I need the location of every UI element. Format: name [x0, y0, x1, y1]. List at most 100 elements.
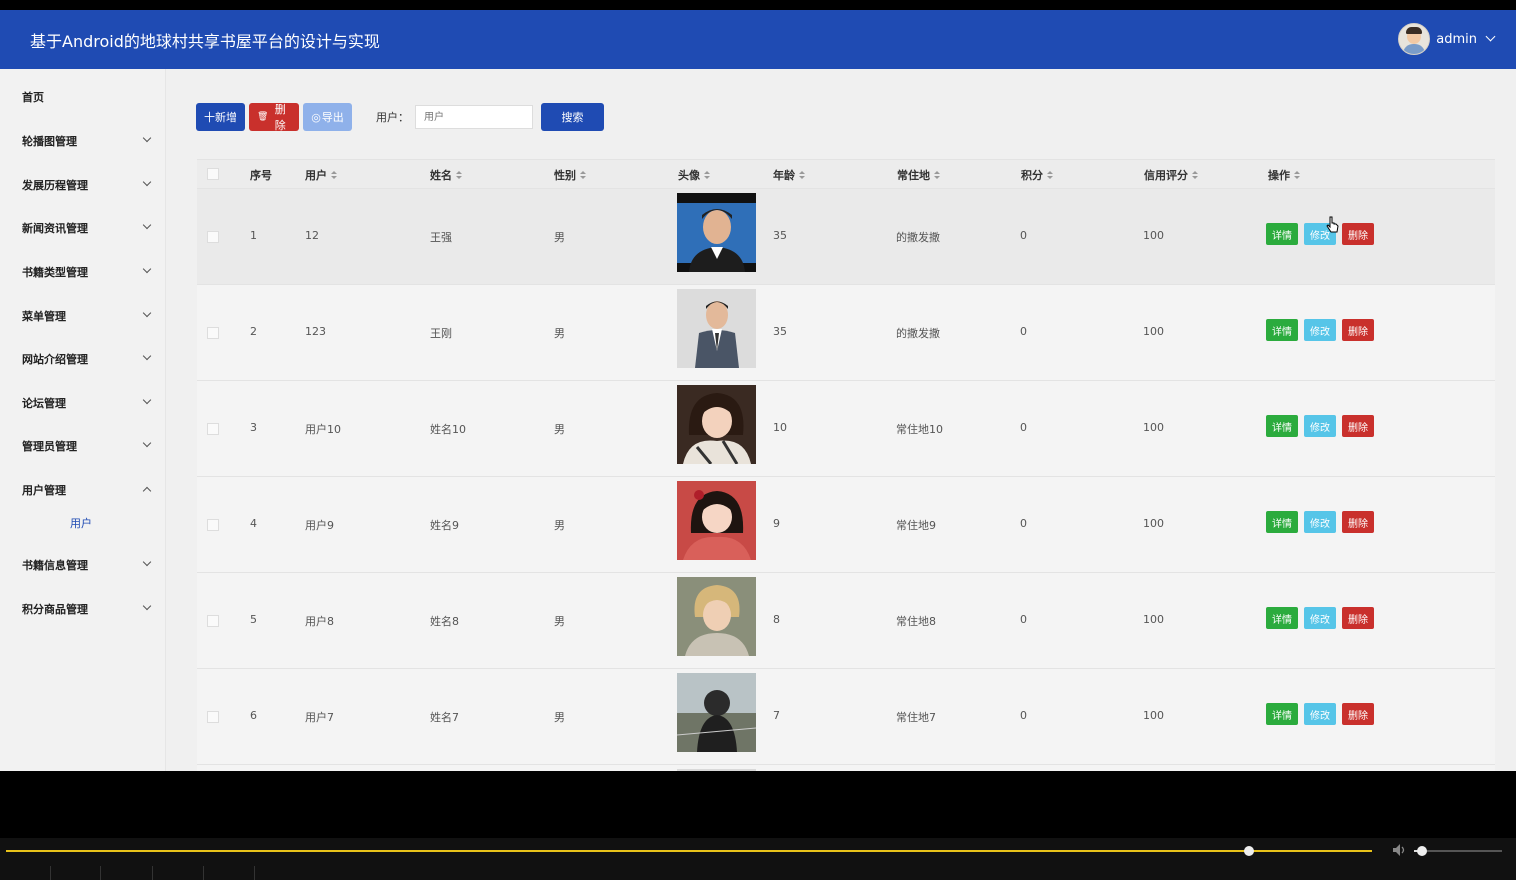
cell-user: 123: [305, 325, 326, 338]
detail-button[interactable]: 详情: [1266, 703, 1298, 725]
add-button[interactable]: 十新增: [196, 103, 245, 131]
col-avatar[interactable]: 头像: [678, 167, 710, 183]
sort-icon[interactable]: [934, 170, 940, 180]
col-label: 信用评分: [1144, 169, 1188, 182]
edit-button[interactable]: 修改: [1304, 607, 1336, 629]
detail-button[interactable]: 详情: [1266, 223, 1298, 245]
row-checkbox[interactable]: [207, 615, 219, 627]
user-menu[interactable]: admin: [1398, 23, 1496, 55]
sort-icon[interactable]: [1294, 170, 1300, 180]
sidebar-item-users[interactable]: 用户管理: [22, 482, 152, 498]
col-gender[interactable]: 性别: [554, 167, 586, 183]
delete-button[interactable]: 删除: [1342, 415, 1374, 437]
cell-credit: 100: [1143, 421, 1164, 434]
sort-icon[interactable]: [331, 170, 337, 180]
sidebar-item-book-types[interactable]: 书籍类型管理: [22, 264, 152, 280]
sort-icon[interactable]: [1192, 170, 1198, 180]
volume-knob[interactable]: [1416, 846, 1427, 856]
batch-delete-button[interactable]: 🗑 删除: [249, 103, 299, 132]
sidebar-item-label: 首页: [22, 91, 44, 104]
table-row[interactable]: 4 用户9 姓名9 男 9 常住地9 0 100 详情 修改 删除: [197, 477, 1495, 573]
sort-icon[interactable]: [799, 170, 805, 180]
volume-icon[interactable]: [1392, 843, 1408, 857]
sort-icon[interactable]: [704, 170, 710, 180]
sidebar-item-points-goods[interactable]: 积分商品管理: [22, 601, 152, 617]
sidebar-item-history[interactable]: 发展历程管理: [22, 177, 152, 193]
chevron-down-icon: [142, 438, 152, 448]
table-row[interactable]: 5 用户8 姓名8 男 8 常住地8 0 100 详情 修改 删除: [197, 573, 1495, 669]
seek-bar[interactable]: [6, 850, 1372, 852]
cell-address: 的撒发撒: [896, 327, 940, 340]
detail-button[interactable]: 详情: [1266, 415, 1298, 437]
chevron-down-icon: [142, 308, 152, 318]
sidebar-item-books[interactable]: 书籍信息管理: [22, 557, 152, 573]
chevron-down-icon: [142, 601, 152, 611]
sidebar-item-home[interactable]: 首页: [22, 89, 150, 105]
col-name[interactable]: 姓名: [430, 167, 462, 183]
delete-button[interactable]: 删除: [1342, 223, 1374, 245]
cell-name: 姓名9: [430, 519, 459, 532]
delete-button[interactable]: 删除: [1342, 607, 1374, 629]
toolbar: 十新增 🗑 删除 ◎导出 用户： 搜索: [196, 102, 608, 132]
col-address[interactable]: 常住地: [897, 167, 940, 183]
trash-icon: 🗑: [257, 112, 269, 122]
delete-button[interactable]: 删除: [1342, 511, 1374, 533]
edit-button[interactable]: 修改: [1304, 511, 1336, 533]
sort-icon[interactable]: [456, 170, 462, 180]
row-actions: 详情 修改 删除: [1266, 319, 1374, 341]
delete-button[interactable]: 删除: [1342, 703, 1374, 725]
col-user[interactable]: 用户: [305, 167, 337, 183]
table-row[interactable]: 2 123 王刚 男 35 的撒发撒 0 100 详情 修改 删除: [197, 285, 1495, 381]
col-credit[interactable]: 信用评分: [1144, 167, 1198, 183]
avatar-photo: [677, 193, 756, 272]
row-checkbox[interactable]: [207, 519, 219, 531]
cell-user: 12: [305, 229, 319, 242]
sidebar-item-site-intro[interactable]: 网站介绍管理: [22, 351, 152, 367]
delete-button[interactable]: 删除: [1342, 319, 1374, 341]
detail-button[interactable]: 详情: [1266, 607, 1298, 629]
row-checkbox[interactable]: [207, 711, 219, 723]
row-checkbox[interactable]: [207, 327, 219, 339]
edit-button[interactable]: 修改: [1304, 319, 1336, 341]
sort-icon[interactable]: [580, 170, 586, 180]
detail-button[interactable]: 详情: [1266, 511, 1298, 533]
col-age[interactable]: 年龄: [773, 167, 805, 183]
detail-button[interactable]: 详情: [1266, 319, 1298, 341]
sidebar-item-forum[interactable]: 论坛管理: [22, 395, 152, 411]
chevron-up-icon: [142, 486, 152, 496]
export-icon: ◎: [311, 110, 321, 124]
taskbar-strip: [0, 866, 1516, 880]
sidebar-item-admins[interactable]: 管理员管理: [22, 438, 152, 454]
col-label: 姓名: [430, 169, 452, 182]
sidebar-item-label: 新闻资讯管理: [22, 222, 88, 235]
sidebar-item-carousel[interactable]: 轮播图管理: [22, 133, 152, 149]
select-all-checkbox[interactable]: [207, 168, 219, 180]
table-row[interactable]: 3 用户10 姓名10 男 10 常住地10 0 100 详情 修改 删除: [197, 381, 1495, 477]
seek-knob[interactable]: [1244, 846, 1255, 856]
volume-track[interactable]: [1414, 850, 1502, 852]
col-points[interactable]: 积分: [1021, 167, 1053, 183]
sidebar-item-news[interactable]: 新闻资讯管理: [22, 220, 152, 236]
sort-icon[interactable]: [1047, 170, 1053, 180]
search-input[interactable]: [415, 105, 533, 129]
table-row[interactable]: [197, 765, 1495, 771]
sidebar-item-label: 论坛管理: [22, 397, 66, 410]
row-checkbox[interactable]: [207, 231, 219, 243]
edit-button[interactable]: 修改: [1304, 703, 1336, 725]
cell-credit: 100: [1143, 325, 1164, 338]
sidebar-item-label: 网站介绍管理: [22, 353, 88, 366]
search-button[interactable]: 搜索: [541, 103, 604, 131]
table-row[interactable]: 6 用户7 姓名7 男 7 常住地7 0 100 详情 修改 删除: [197, 669, 1495, 765]
chevron-down-icon: [142, 557, 152, 567]
table-row[interactable]: 1 12 王强 男 35 的撒发撒 0 100 详情 修改 删除: [197, 189, 1495, 285]
edit-button[interactable]: 修改: [1304, 415, 1336, 437]
sidebar-item-label: 积分商品管理: [22, 603, 88, 616]
sidebar-item-menus[interactable]: 菜单管理: [22, 308, 152, 324]
row-checkbox[interactable]: [207, 423, 219, 435]
export-button[interactable]: ◎ 导出: [303, 103, 352, 131]
col-label: 年龄: [773, 169, 795, 182]
row-actions: 详情 修改 删除: [1266, 607, 1374, 629]
cell-points: 0: [1020, 325, 1027, 338]
sidebar-subitem-user[interactable]: 用户: [70, 515, 92, 531]
cell-address: 常住地10: [896, 423, 943, 436]
